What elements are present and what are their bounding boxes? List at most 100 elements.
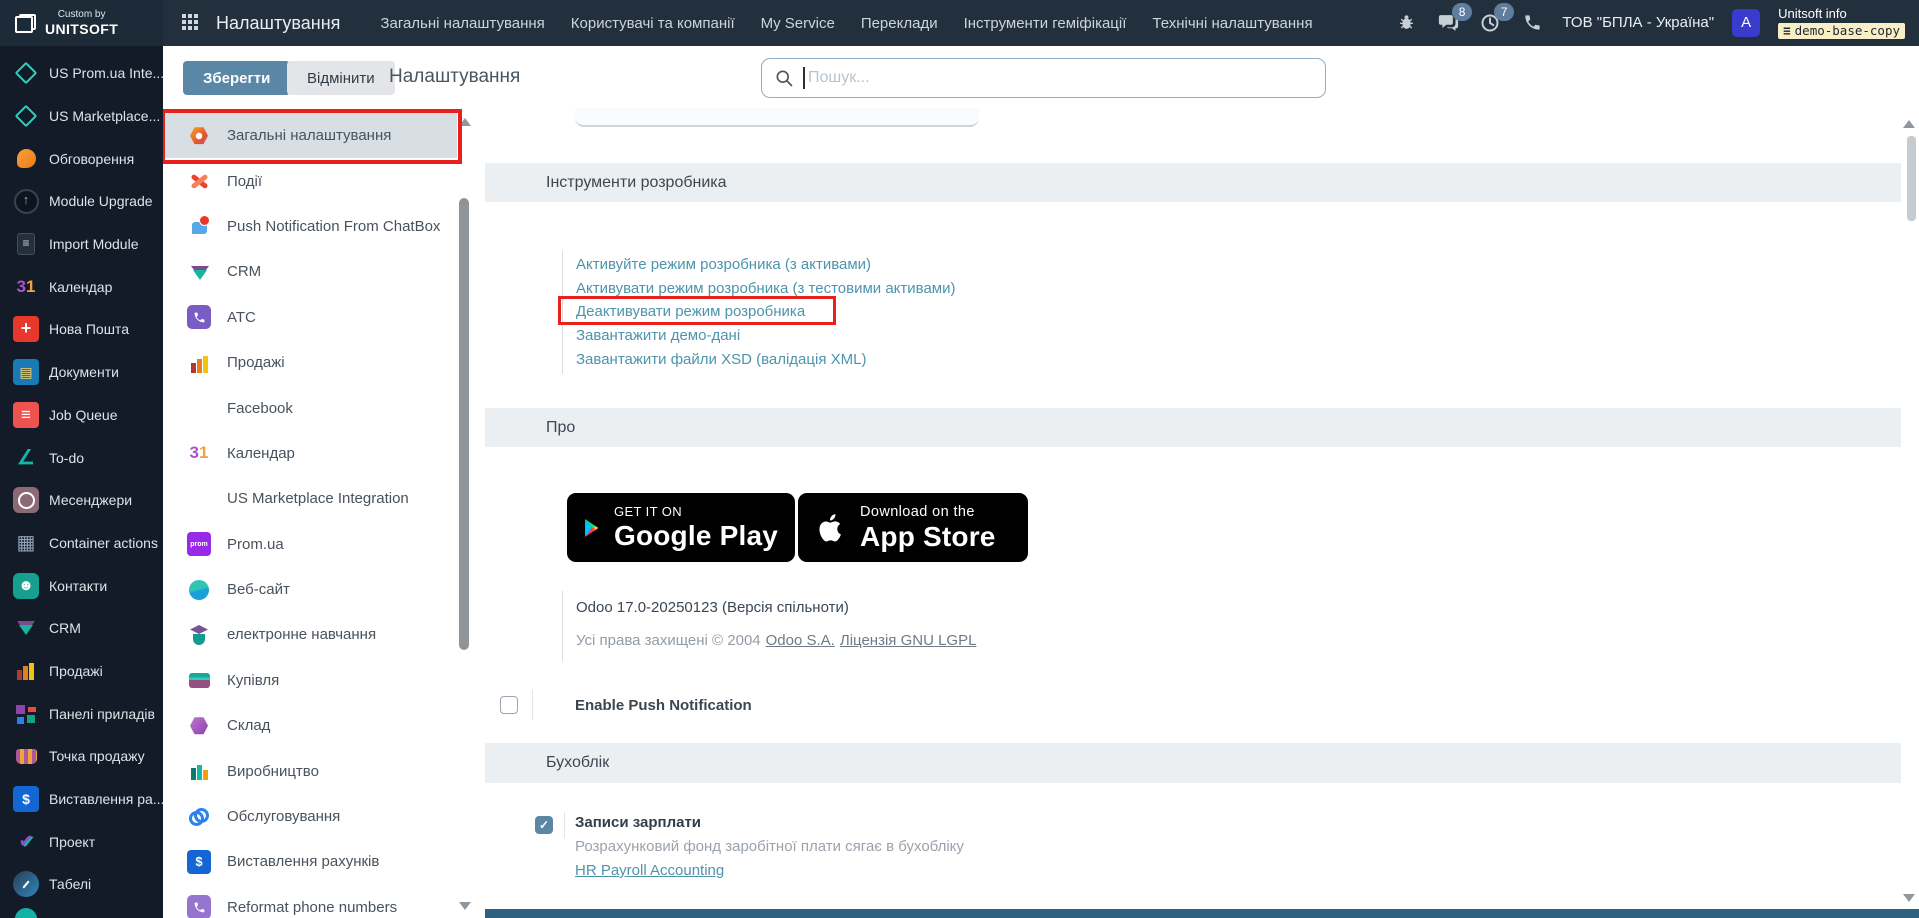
sidebar-scroll-up-arrow[interactable] — [459, 118, 471, 126]
hr-payroll-accounting-link[interactable]: HR Payroll Accounting — [575, 862, 724, 879]
unitsoft-logo[interactable]: Custom by UNITSOFT — [0, 0, 163, 46]
app-item-documents[interactable]: Документи — [0, 351, 163, 394]
messages-icon[interactable]: 8 — [1436, 11, 1460, 35]
settings-section-website[interactable]: Веб-сайт — [163, 567, 472, 612]
section-header-dev-tools: Інструменти розробника — [485, 163, 1901, 202]
app-item-nova-poshta[interactable]: Нова Пошта — [0, 308, 163, 351]
dev-link-load-demo[interactable]: Завантажити демо-дані — [576, 324, 955, 348]
dev-link-activate-assets[interactable]: Активуйте режим розробника (з активами) — [576, 253, 955, 277]
breadcrumb: Налаштування — [389, 66, 520, 88]
app-item-container-actions[interactable]: Container actions — [0, 522, 163, 565]
app-item-calendar[interactable]: Календар — [0, 265, 163, 308]
menu-translations[interactable]: Переклади — [861, 15, 938, 32]
app-item-todo[interactable]: To-do — [0, 436, 163, 479]
push-notification-checkbox[interactable] — [500, 696, 518, 714]
payroll-label: Записи зарплати — [575, 814, 701, 831]
payroll-checkbox[interactable] — [535, 816, 553, 834]
chat-alert-icon — [187, 214, 211, 238]
app-item-dashboards[interactable]: Панелі приладів — [0, 692, 163, 735]
sidebar-scrollbar-thumb[interactable] — [459, 198, 469, 650]
content-scroll-up-arrow[interactable] — [1903, 120, 1915, 128]
app-item-us-marketplace[interactable]: US Marketplace... — [0, 95, 163, 138]
menu-technical-settings[interactable]: Технічні налаштування — [1152, 15, 1312, 32]
app-item-pos[interactable]: Точка продажу — [0, 735, 163, 778]
dev-link-deactivate[interactable]: Деактивувати режим розробника — [576, 300, 955, 324]
company-name[interactable]: ТОВ "БПЛА - Україна" — [1562, 14, 1714, 31]
dev-link-load-xsd[interactable]: Завантажити файли XSD (валідація XML) — [576, 348, 955, 372]
section-label: Prom.ua — [227, 536, 284, 553]
gnu-lgpl-link[interactable]: Ліцензія GNU LGPL — [840, 632, 977, 649]
content-scroll-down-arrow[interactable] — [1903, 894, 1915, 902]
settings-section-crm[interactable]: CRM — [163, 249, 472, 294]
settings-section-events[interactable]: Події — [163, 158, 472, 203]
section-label: електронне навчання — [227, 626, 376, 643]
settings-section-prom-ua[interactable]: Prom.ua — [163, 522, 472, 567]
app-item-project[interactable]: Проект — [0, 820, 163, 863]
dev-link-activate-test-assets[interactable]: Активувати режим розробника (з тестовими… — [576, 277, 955, 301]
apps-grid-icon[interactable] — [178, 10, 204, 36]
logo-line1: Custom by — [58, 9, 106, 21]
settings-section-maintenance[interactable]: Обслуговування — [163, 794, 472, 839]
menu-gamification-tools[interactable]: Інструменти геміфікації — [964, 15, 1127, 32]
globe-icon — [187, 578, 211, 602]
settings-section-reformat-phones[interactable]: Reformat phone numbers — [163, 885, 472, 918]
menu-general-settings[interactable]: Загальні налаштування — [380, 15, 544, 32]
dollar-doc-icon — [13, 786, 39, 812]
search-input[interactable] — [808, 69, 1313, 87]
settings-section-general[interactable]: Загальні налаштування — [163, 113, 457, 158]
app-item-discuss[interactable]: Обговорення — [0, 137, 163, 180]
app-item-module-upgrade[interactable]: Module Upgrade — [0, 180, 163, 223]
logo-line2: UNITSOFT — [45, 21, 118, 37]
person-icon — [13, 573, 39, 599]
menu-users-companies[interactable]: Користувачі та компанії — [571, 15, 735, 32]
hexagon-icon — [187, 714, 211, 738]
database-badge[interactable]: demo-base-copy — [1778, 23, 1905, 39]
app-item-job-queue[interactable]: Job Queue — [0, 394, 163, 437]
section-label: Склад — [227, 717, 270, 734]
app-item-import-module[interactable]: Import Module — [0, 223, 163, 266]
menu-my-service[interactable]: My Service — [761, 15, 835, 32]
section-title: Про — [546, 419, 575, 437]
bottom-section-strip — [485, 909, 1919, 918]
section-label: Push Notification From ChatBox — [227, 218, 440, 235]
section-label: Обслуговування — [227, 808, 340, 825]
search-box[interactable] — [761, 58, 1326, 98]
app-item-contacts[interactable]: Контакти — [0, 564, 163, 607]
settings-section-sales[interactable]: Продажі — [163, 340, 472, 385]
settings-section-facebook[interactable]: Facebook — [163, 385, 472, 430]
google-play-badge[interactable]: GET IT ON Google Play — [567, 493, 795, 562]
app-item-messengers[interactable]: Месенджери — [0, 479, 163, 522]
app-item-us-prom[interactable]: US Prom.ua Inte... — [0, 52, 163, 95]
settings-section-push-notification[interactable]: Push Notification From ChatBox — [163, 204, 472, 249]
save-button[interactable]: Зберегти — [183, 61, 290, 95]
sidebar-scroll-down-arrow[interactable] — [459, 902, 471, 910]
settings-section-purchase[interactable]: Купівля — [163, 658, 472, 703]
section-label: Календар — [227, 445, 295, 462]
settings-section-calendar[interactable]: Календар — [163, 431, 472, 476]
bug-icon[interactable] — [1394, 11, 1418, 35]
messages-count-badge: 8 — [1452, 3, 1473, 21]
settings-toolbar: Зберегти Відмінити Налаштування — [163, 46, 1919, 108]
discard-button[interactable]: Відмінити — [287, 61, 395, 95]
settings-section-manufacturing[interactable]: Виробництво — [163, 748, 472, 793]
settings-section-elearning[interactable]: електронне навчання — [163, 612, 472, 657]
list-icon — [13, 402, 39, 428]
phone-icon — [187, 895, 211, 918]
settings-section-us-marketplace[interactable]: US Marketplace Integration — [163, 476, 472, 521]
content-scrollbar-thumb[interactable] — [1907, 136, 1916, 221]
user-avatar[interactable]: A — [1732, 9, 1760, 37]
app-item-sales[interactable]: Продажі — [0, 650, 163, 693]
phone-icon[interactable] — [1520, 11, 1544, 35]
settings-section-invoicing[interactable]: Виставлення рахунків — [163, 839, 472, 884]
odoo-sa-link[interactable]: Odoo S.A. — [766, 632, 835, 649]
settings-section-atc[interactable]: АТС — [163, 295, 472, 340]
check-icon — [13, 829, 39, 855]
current-app-title[interactable]: Налаштування — [216, 13, 340, 34]
settings-section-inventory[interactable]: Склад — [163, 703, 472, 748]
app-item-invoicing[interactable]: Виставлення ра... — [0, 778, 163, 821]
activities-clock-icon[interactable]: 7 — [1478, 11, 1502, 35]
app-store-badge[interactable]: Download on the App Store — [798, 493, 1028, 562]
app-item-timesheets[interactable]: Табелі — [0, 863, 163, 906]
section-label: Reformat phone numbers — [227, 899, 397, 916]
app-item-crm[interactable]: CRM — [0, 607, 163, 650]
